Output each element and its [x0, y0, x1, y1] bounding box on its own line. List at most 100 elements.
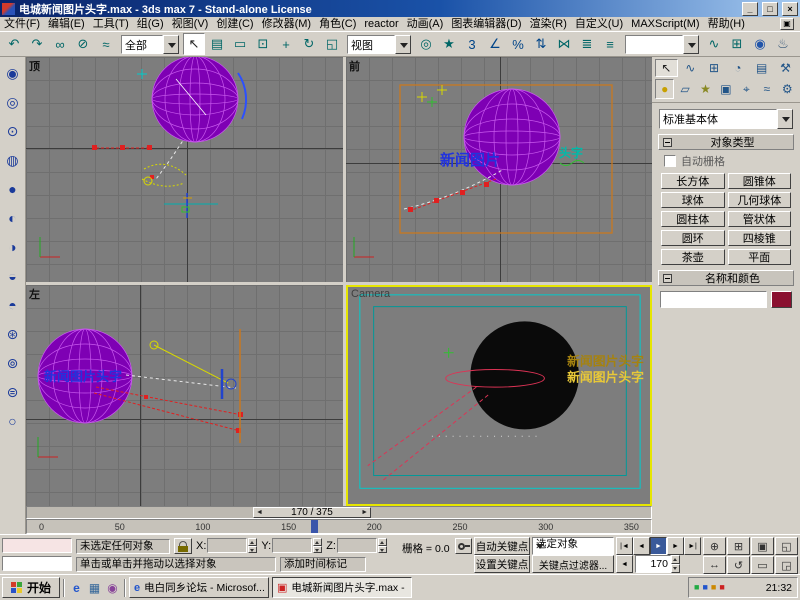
- reactor-toy-car-icon[interactable]: ⊛: [2, 323, 24, 345]
- primitive-button[interactable]: 圆柱体: [661, 211, 725, 227]
- primitive-button[interactable]: 茶壶: [661, 249, 725, 265]
- tab-motion[interactable]: ◔: [726, 59, 749, 77]
- menu-item[interactable]: 渲染(R): [526, 17, 571, 31]
- next-frame-arrow-icon[interactable]: ►: [361, 509, 368, 516]
- camera-cone[interactable]: [150, 341, 228, 383]
- arc-rotate-icon[interactable]: ↺: [727, 556, 750, 574]
- redo-icon[interactable]: ↷: [26, 33, 48, 55]
- spinner-snap-icon[interactable]: ⇅: [530, 33, 552, 55]
- frame-number-input[interactable]: 170: [635, 555, 671, 573]
- set-key-button[interactable]: 设置关键点: [474, 555, 530, 573]
- menu-item[interactable]: 工具(T): [89, 17, 133, 31]
- category-geometry-icon[interactable]: ●: [655, 79, 674, 99]
- mdi-restore-icon[interactable]: ▣: [780, 18, 794, 30]
- tab-modify[interactable]: ∿: [679, 59, 702, 77]
- text-object[interactable]: 新闻图片头字: [567, 369, 644, 384]
- reactor-deforming-mesh-icon[interactable]: ●: [2, 178, 24, 200]
- key-icon[interactable]: [455, 538, 472, 554]
- chevron-down-icon[interactable]: [777, 109, 793, 129]
- key-filter-dropdown[interactable]: 选定对象: [532, 537, 614, 555]
- name-color-rollout[interactable]: 名称和颜色: [658, 270, 794, 286]
- pan-icon[interactable]: ↔: [703, 556, 726, 574]
- time-slider-handle[interactable]: ◄ 170 / 375 ►: [253, 507, 371, 518]
- tray-icon-2[interactable]: ■: [702, 583, 707, 592]
- select-and-move-icon[interactable]: +: [275, 33, 297, 55]
- ie-quick-launch-icon[interactable]: e: [68, 579, 85, 596]
- object-name-input[interactable]: [660, 291, 767, 308]
- menu-item[interactable]: 编辑(E): [44, 17, 89, 31]
- trajectory-path[interactable]: [126, 375, 236, 388]
- category-systems-icon[interactable]: ⚙: [778, 79, 797, 99]
- menu-item[interactable]: 自定义(U): [571, 17, 627, 31]
- menu-item[interactable]: 视图(V): [168, 17, 213, 31]
- menu-item[interactable]: 角色(C): [315, 17, 360, 31]
- bind-to-space-warp-icon[interactable]: ≈: [95, 33, 117, 55]
- category-spacewarps-icon[interactable]: ≈: [757, 79, 776, 99]
- taskbar-task-max[interactable]: ▣ 电城新闻图片头字.max - 3...: [272, 577, 412, 598]
- tray-icon-1[interactable]: ■: [694, 583, 699, 592]
- primitive-button[interactable]: 四棱锥: [728, 230, 792, 246]
- viewport-label[interactable]: 左: [29, 286, 40, 302]
- spinner[interactable]: [671, 555, 680, 573]
- chevron-down-icon[interactable]: [163, 35, 179, 54]
- menu-item[interactable]: 修改器(M): [258, 17, 316, 31]
- helper-cross-icon[interactable]: [444, 348, 454, 358]
- reactor-motor-icon[interactable]: ◒: [2, 265, 24, 287]
- tab-utilities[interactable]: ⚒: [774, 59, 797, 77]
- reactor-preview-icon[interactable]: ⊚: [2, 352, 24, 374]
- snap-toggle-icon[interactable]: 3: [461, 33, 483, 55]
- reference-coordinate-dropdown[interactable]: 视图: [347, 35, 411, 54]
- auto-key-button[interactable]: 自动关键点: [474, 537, 530, 555]
- viewport-camera[interactable]: Camera 新闻图片头字 新闻图片头字: [346, 285, 652, 506]
- select-and-rotate-icon[interactable]: ↻: [298, 33, 320, 55]
- window-crossing-icon[interactable]: ⊡: [252, 33, 274, 55]
- mirror-icon[interactable]: ⋈: [553, 33, 575, 55]
- zoom-icon[interactable]: ⊕: [703, 537, 726, 555]
- tab-hierarchy[interactable]: ⊞: [703, 59, 726, 77]
- menu-item[interactable]: 帮助(H): [704, 17, 749, 31]
- helper-cross-icon[interactable]: [137, 69, 147, 79]
- close-button[interactable]: ×: [782, 2, 798, 16]
- wireframe-sphere[interactable]: [152, 57, 238, 142]
- select-object-icon[interactable]: ↖: [183, 33, 205, 55]
- helper-cross-icon[interactable]: [417, 85, 447, 107]
- go-to-start-button[interactable]: |◄: [616, 537, 633, 555]
- select-and-link-icon[interactable]: ∞: [49, 33, 71, 55]
- viewport-label[interactable]: 前: [349, 58, 360, 74]
- keyframe-markers[interactable]: [92, 145, 154, 179]
- track-bar[interactable]: 050100150200250300350: [26, 519, 652, 534]
- show-desktop-icon[interactable]: ▦: [86, 579, 103, 596]
- text-object[interactable]: 新闻图片头字: [567, 354, 644, 369]
- category-helpers-icon[interactable]: ⌖: [737, 79, 756, 99]
- key-filters-button[interactable]: 关键点过滤器...: [532, 555, 614, 573]
- primitive-button[interactable]: 球体: [661, 192, 725, 208]
- reactor-utility-icon[interactable]: ○: [2, 410, 24, 432]
- selection-lock-icon[interactable]: [174, 538, 192, 554]
- use-pivot-center-icon[interactable]: ◎: [415, 33, 437, 55]
- reactor-rope-icon[interactable]: ◍: [2, 149, 24, 171]
- maximize-button[interactable]: □: [762, 2, 778, 16]
- object-type-rollout[interactable]: 对象类型: [658, 134, 794, 150]
- tray-icon-3[interactable]: ■: [711, 583, 716, 592]
- select-and-manipulate-icon[interactable]: ★: [438, 33, 460, 55]
- text-object[interactable]: 新闻图片头字: [44, 369, 122, 384]
- angle-snap-icon[interactable]: ∠: [484, 33, 506, 55]
- viewport-front[interactable]: 前 新闻图片 头字: [346, 57, 652, 282]
- reactor-constraint-icon[interactable]: ◐: [2, 207, 24, 229]
- menu-item[interactable]: 创建(C): [212, 17, 257, 31]
- menu-item[interactable]: 文件(F): [0, 17, 44, 31]
- menu-item[interactable]: MAXScript(M): [627, 17, 703, 31]
- previous-frame-arrow-icon[interactable]: ◄: [256, 509, 263, 516]
- rectangular-selection-region-icon[interactable]: ▭: [229, 33, 251, 55]
- next-frame-button[interactable]: ►: [667, 537, 684, 555]
- add-time-tag[interactable]: 添加时间标记: [280, 557, 366, 572]
- time-slider[interactable]: ◄ 170 / 375 ►: [26, 506, 652, 519]
- media-player-icon[interactable]: ◉: [104, 579, 121, 596]
- menu-item[interactable]: 组(G): [133, 17, 168, 31]
- play-button[interactable]: ►: [650, 537, 667, 555]
- undo-icon[interactable]: ↶: [3, 33, 25, 55]
- maxscript-mini-listener[interactable]: [2, 556, 72, 571]
- taskbar-task-browser[interactable]: e 电白同乡论坛 - Microsof...: [129, 577, 269, 598]
- reactor-cloth-collection-icon[interactable]: ◎: [2, 91, 24, 113]
- previous-key-button[interactable]: ◄: [616, 555, 633, 573]
